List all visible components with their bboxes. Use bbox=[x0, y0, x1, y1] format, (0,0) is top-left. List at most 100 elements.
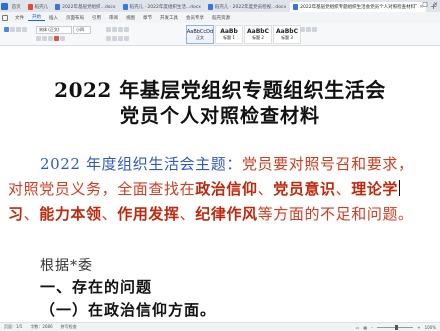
document-page[interactable]: 2022 年基层党组织专题组织生活会 党员个人对照检查材料 2022 年度组织生… bbox=[0, 46, 440, 322]
italic-icon[interactable] bbox=[42, 36, 47, 41]
menu-references[interactable]: 引用 bbox=[88, 15, 105, 21]
document-icon bbox=[122, 4, 128, 10]
maximize-icon[interactable]: □ bbox=[422, 1, 428, 8]
menu-developer[interactable]: 开发工具 bbox=[156, 15, 182, 21]
menu-page-layout[interactable]: 页面布局 bbox=[62, 15, 88, 21]
document-icon bbox=[207, 4, 213, 10]
cut-icon[interactable] bbox=[10, 27, 15, 32]
font-group: 宋体 (正文) 小四 bbox=[36, 25, 91, 34]
bold-icon[interactable] bbox=[36, 36, 41, 41]
zoom-in-icon[interactable]: + bbox=[417, 325, 420, 330]
clipboard-group bbox=[4, 26, 27, 33]
alignment-group bbox=[106, 35, 129, 42]
align-right-icon[interactable] bbox=[118, 36, 123, 41]
style-heading-2[interactable]: AaBbC 标题 2 bbox=[244, 25, 272, 44]
page-indicator[interactable]: 页面：1/5 bbox=[0, 324, 26, 330]
docer-icon bbox=[27, 4, 33, 10]
subsection-heading: （一）在政治信仰方面。 bbox=[40, 301, 217, 319]
menu-home[interactable]: 开始 bbox=[28, 14, 45, 21]
bold-term: 政治信仰 bbox=[195, 180, 258, 198]
select-icon[interactable] bbox=[306, 27, 311, 32]
bold-term: 理论学 bbox=[351, 180, 399, 198]
style-normal[interactable]: AaBbCcDd 正文 bbox=[186, 25, 214, 44]
style-heading-3[interactable]: AaBbC 标题 3 bbox=[273, 25, 301, 44]
outdent-icon[interactable] bbox=[124, 27, 129, 32]
ribbon-toolbar: 宋体 (正文) 小四 AaBbCcDd 正文 AaBb 标题 1 AaBbC 标… bbox=[0, 23, 440, 46]
font-size-select[interactable]: 小四 bbox=[73, 25, 91, 34]
bold-term: 作用发挥 bbox=[117, 205, 180, 223]
tab-label: 首页 bbox=[11, 5, 21, 10]
separator: 、 bbox=[23, 205, 40, 223]
web-layout-icon[interactable]: ▦ bbox=[363, 325, 367, 330]
align-left-icon[interactable] bbox=[106, 36, 111, 41]
menu-chapter[interactable]: 章节 bbox=[139, 15, 156, 21]
font-color-icon[interactable] bbox=[54, 36, 59, 41]
align-center-icon[interactable] bbox=[112, 36, 117, 41]
paragraph-theme-line-1: 2022 年度组织生活会主题：党员要对照号召和要求， bbox=[40, 153, 414, 174]
tab-document-3[interactable]: 稻壳儿 · 2022年度党员检视...docx bbox=[205, 2, 289, 12]
underline-icon[interactable] bbox=[48, 36, 53, 41]
tab-document-1[interactable]: 2022年基层党组织...docx bbox=[52, 2, 119, 12]
theme-text: 等方面的不足和问题。 bbox=[257, 205, 414, 223]
tab-label: 2022年基层党组织...docx bbox=[62, 5, 116, 10]
bullets-icon[interactable] bbox=[106, 27, 111, 32]
font-style-group bbox=[36, 35, 65, 42]
tab-label: 稻壳儿 · 2022年度组织生活...docx bbox=[129, 5, 201, 10]
tab-document-2[interactable]: 稻壳儿 · 2022年度组织生活...docx bbox=[120, 2, 204, 12]
style-heading-1[interactable]: AaBb 标题 1 bbox=[215, 25, 243, 44]
bold-term: 习 bbox=[8, 205, 24, 223]
tab-home[interactable]: 首页 bbox=[9, 2, 24, 12]
indent-icon[interactable] bbox=[118, 27, 123, 32]
numbering-icon[interactable] bbox=[112, 27, 117, 32]
zoom-slider-knob[interactable] bbox=[395, 324, 399, 330]
separator: 、 bbox=[335, 180, 352, 198]
title-tab-bar: 首页 稻壳儿 2022年基层党组织...docx 稻壳儿 · 2022年度组织生… bbox=[0, 0, 440, 12]
paragraph-theme-line-2: 对照党员义务，全面查找在政治信仰、党员意识、理论学 bbox=[8, 178, 401, 199]
theme-text: 党员要对照号召和要求， bbox=[241, 155, 414, 173]
document-title-line-2: 党员个人对照检查材料 bbox=[119, 105, 320, 127]
minimize-icon[interactable]: – bbox=[414, 1, 417, 8]
menu-file[interactable]: 文件 bbox=[11, 15, 28, 21]
menu-docer-resources[interactable]: 稻壳资源 bbox=[208, 15, 234, 21]
text-cursor bbox=[399, 180, 401, 196]
tab-active-document[interactable]: 2022年基层党组织专题组织生活会党员个人对照检查材料 × bbox=[290, 2, 427, 12]
highlight-icon[interactable] bbox=[60, 36, 65, 41]
menu-insert[interactable]: 插入 bbox=[45, 15, 62, 21]
window-controls: – □ × bbox=[414, 1, 438, 8]
format-painter-icon[interactable] bbox=[22, 27, 27, 32]
wps-home-icon[interactable] bbox=[0, 0, 9, 12]
spell-check[interactable]: 拼写检查 bbox=[57, 324, 81, 330]
style-gallery: AaBbCcDd 正文 AaBb 标题 1 AaBbC 标题 2 AaBbC 标… bbox=[186, 25, 301, 44]
find-replace-icon[interactable] bbox=[300, 27, 305, 32]
paste-icon[interactable] bbox=[4, 27, 9, 32]
paragraph-group bbox=[106, 26, 129, 33]
paragraph-theme-line-3: 习、能力本领、作用发挥、纪律作风等方面的不足和问题。 bbox=[8, 203, 414, 224]
close-window-icon[interactable]: × bbox=[433, 1, 438, 8]
menu-review[interactable]: 审阅 bbox=[105, 15, 122, 21]
zoom-out-icon[interactable]: – bbox=[371, 325, 373, 330]
menu-member[interactable]: 会员专享 bbox=[182, 15, 208, 21]
view-controls: ▭ ▦ – + 100% bbox=[356, 324, 440, 330]
separator: 、 bbox=[101, 205, 118, 223]
word-count[interactable]: 字数：2686 bbox=[26, 324, 56, 330]
document-icon bbox=[55, 4, 61, 10]
menu-view[interactable]: 视图 bbox=[122, 15, 139, 21]
tab-docer[interactable]: 稻壳儿 bbox=[25, 2, 52, 12]
justify-icon[interactable] bbox=[124, 36, 129, 41]
menu-toggle-icon[interactable] bbox=[2, 14, 8, 21]
basis-line: 根据*委 bbox=[40, 258, 93, 274]
separator: 、 bbox=[179, 205, 196, 223]
theme-label: 2022 年度组织生活会主题： bbox=[40, 155, 242, 173]
bold-term: 纪律作风 bbox=[195, 205, 258, 223]
sort-icon[interactable] bbox=[312, 27, 317, 32]
font-name-select[interactable]: 宋体 (正文) bbox=[36, 25, 72, 34]
editing-group bbox=[300, 26, 317, 33]
document-title-line-1: 2022 年基层党组织专题组织生活会 bbox=[54, 78, 386, 102]
document-icon bbox=[293, 4, 299, 10]
zoom-slider[interactable] bbox=[377, 324, 414, 330]
theme-text: 对照党员义务，全面查找在 bbox=[8, 180, 196, 198]
copy-icon[interactable] bbox=[16, 27, 21, 32]
tab-label: 稻壳儿 · 2022年度党员检视...docx bbox=[214, 5, 287, 10]
print-layout-icon[interactable]: ▭ bbox=[356, 325, 360, 330]
zoom-level[interactable]: 100% bbox=[425, 325, 436, 330]
